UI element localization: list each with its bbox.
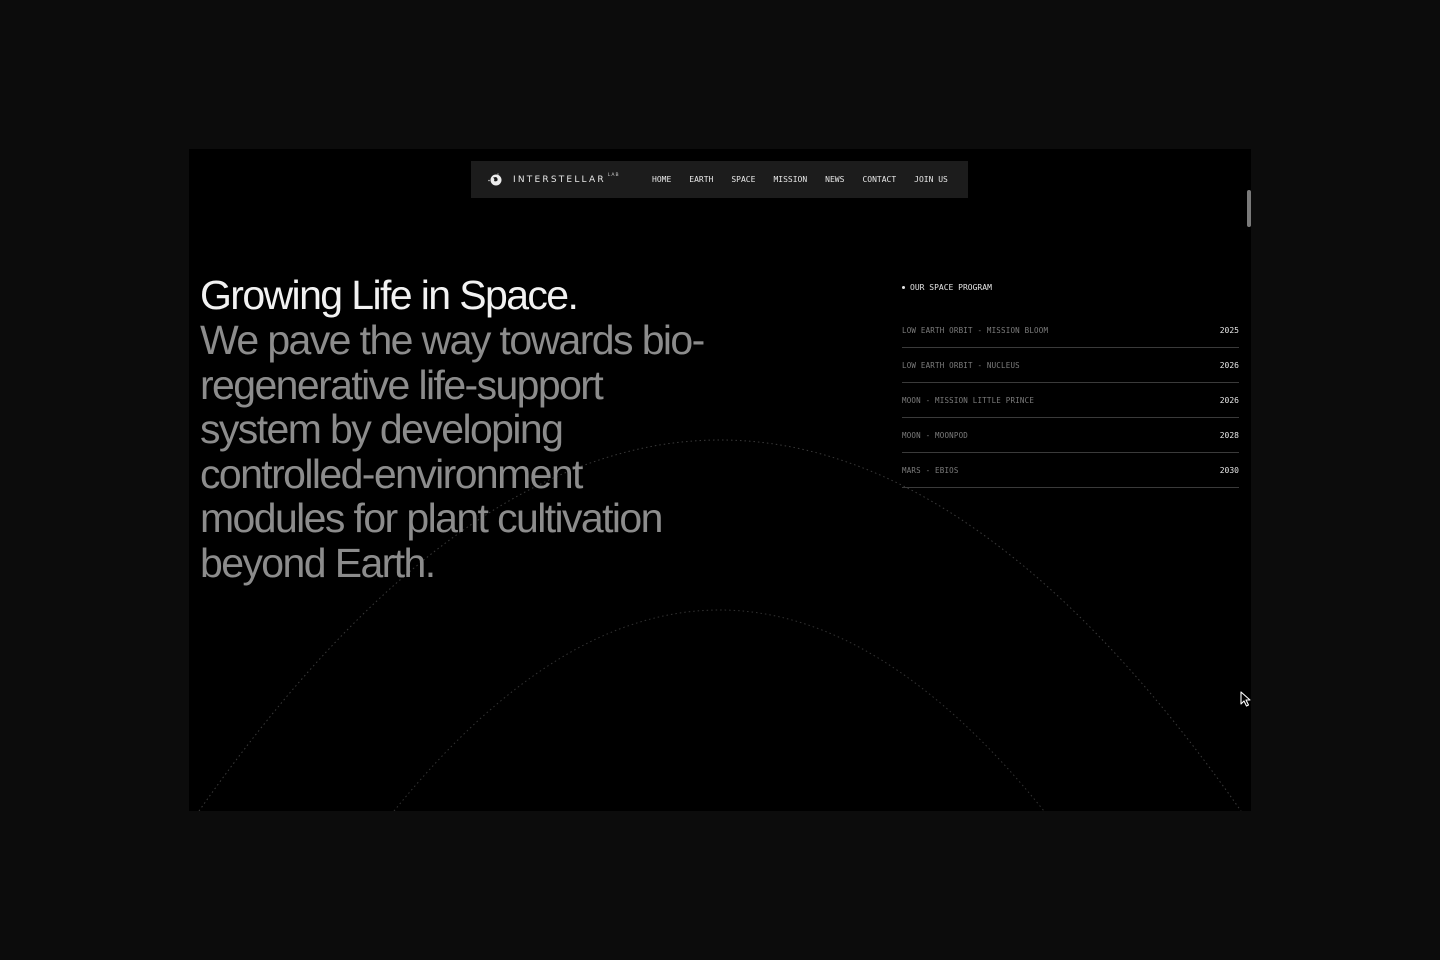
nav-link-news[interactable]: NEWS: [825, 175, 844, 184]
mouse-pointer-icon: [1240, 691, 1251, 707]
hero-description: We pave the way towards bio-regenerative…: [200, 317, 705, 586]
program-item-year: 2026: [1219, 360, 1239, 370]
program-item[interactable]: MOON - MOONPOD 2028: [902, 418, 1239, 453]
nav-link-earth[interactable]: EARTH: [689, 175, 713, 184]
logo-superscript: LAB: [607, 173, 620, 178]
nav-link-join-us[interactable]: JOIN US: [914, 175, 948, 184]
program-item[interactable]: MARS - EBIOS 2030: [902, 453, 1239, 488]
nav-link-home[interactable]: HOME: [652, 175, 671, 184]
scrollbar-thumb[interactable]: [1247, 190, 1251, 227]
program-item[interactable]: MOON - MISSION LITTLE PRINCE 2026: [902, 383, 1239, 418]
nav-links: HOME EARTH SPACE MISSION NEWS CONTACT JO…: [652, 175, 948, 184]
program-item-name: MARS - EBIOS: [902, 465, 959, 475]
program-item-year: 2025: [1219, 325, 1239, 335]
hero-title: Growing Life in Space.: [200, 272, 579, 318]
program-item-year: 2028: [1219, 430, 1239, 440]
space-program-list: OUR SPACE PROGRAM LOW EARTH ORBIT - MISS…: [902, 280, 1239, 488]
program-item-name: MOON - MOONPOD: [902, 430, 969, 440]
nav-link-contact[interactable]: CONTACT: [862, 175, 896, 184]
nav-link-space[interactable]: SPACE: [731, 175, 755, 184]
program-item-year: 2030: [1219, 465, 1239, 475]
program-item[interactable]: LOW EARTH ORBIT - NUCLEUS 2026: [902, 348, 1239, 383]
program-item[interactable]: LOW EARTH ORBIT - MISSION BLOOM 2025: [902, 313, 1239, 348]
top-navigation-bar: INTERSTELLAR LAB HOME EARTH SPACE MISSIO…: [471, 161, 968, 198]
program-item-year: 2026: [1219, 395, 1239, 405]
website-viewport: INTERSTELLAR LAB HOME EARTH SPACE MISSIO…: [189, 149, 1251, 811]
program-heading: OUR SPACE PROGRAM: [902, 280, 1239, 294]
logo[interactable]: INTERSTELLAR LAB: [486, 171, 652, 189]
program-item-name: MOON - MISSION LITTLE PRINCE: [902, 395, 1035, 405]
nav-link-mission[interactable]: MISSION: [773, 175, 807, 184]
planet-logo-icon: [488, 172, 502, 185]
bullet-icon: [902, 285, 905, 289]
logo-text: INTERSTELLAR: [513, 174, 606, 185]
hero-section: Growing Life in Space. We pave the way t…: [200, 273, 760, 585]
program-heading-label: OUR SPACE PROGRAM: [910, 282, 992, 292]
program-item-name: LOW EARTH ORBIT - MISSION BLOOM: [902, 325, 1049, 335]
program-item-name: LOW EARTH ORBIT - NUCLEUS: [902, 360, 1020, 370]
